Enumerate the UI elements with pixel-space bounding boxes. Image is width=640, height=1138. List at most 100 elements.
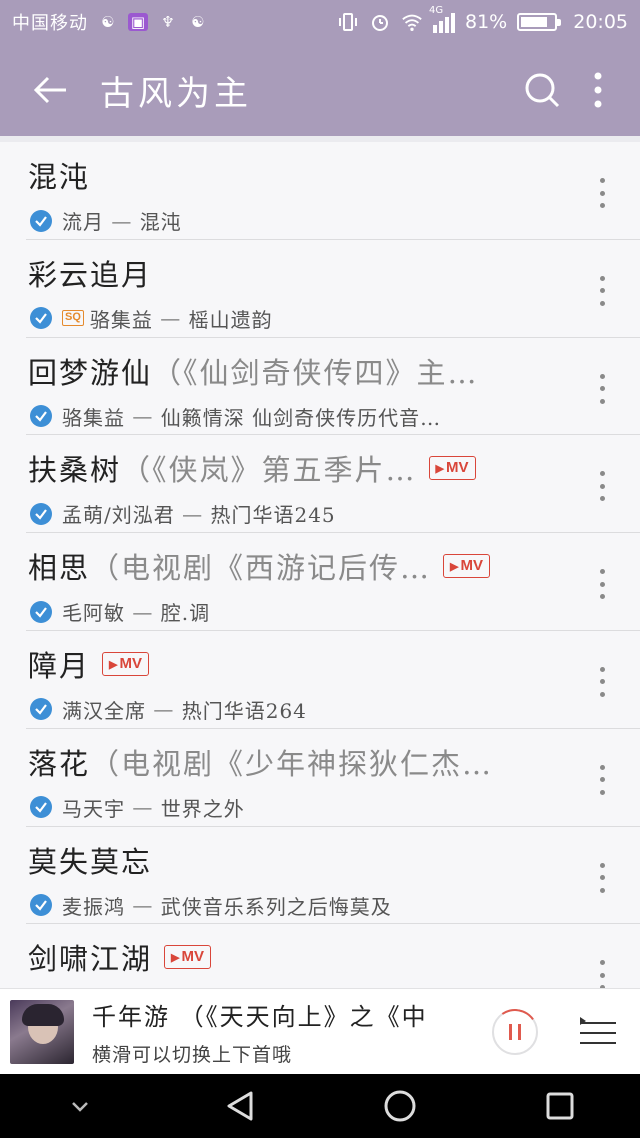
separator: —: [104, 208, 140, 233]
song-album: 热门华语264: [181, 698, 307, 723]
dot-icon: [599, 398, 605, 404]
dot-icon: [599, 178, 605, 183]
play-triangle-icon: ▶: [435, 463, 444, 476]
song-title-line: 相思 （电视剧《西游记后传… ▶ MV: [28, 545, 490, 587]
dot-icon: [599, 471, 605, 477]
song-artist: 骆集益: [89, 307, 153, 332]
separator: —: [146, 697, 182, 722]
carrier-name: 中国移动: [12, 13, 88, 34]
battery-percent: 81%: [465, 11, 508, 33]
song-more-button[interactable]: [592, 373, 612, 404]
dot-icon: [599, 666, 605, 672]
song-more-button[interactable]: [592, 569, 612, 600]
search-icon: [525, 73, 560, 108]
song-subtitle-line: 满汉全席 — 热门华语264: [30, 695, 307, 724]
song-title-subtitle: （《侠岚》第五季片…: [121, 453, 417, 488]
system-nav-bar: [0, 1074, 640, 1138]
wechat-notification-icon: ☯: [101, 13, 115, 31]
mv-badge[interactable]: ▶ MV: [164, 945, 211, 970]
separator: —: [125, 795, 161, 820]
song-title: 障月: [28, 648, 91, 683]
sq-quality-badge: SQ: [62, 310, 84, 327]
song-more-button[interactable]: [592, 666, 612, 697]
album-cover[interactable]: [10, 999, 74, 1064]
collapse-icon: [72, 1102, 88, 1112]
dot-icon: [599, 862, 605, 868]
song-album: 腔.调: [160, 601, 211, 626]
song-title: 混沌: [28, 160, 91, 194]
downloaded-check-icon: [30, 405, 52, 428]
song-title: 剑啸江湖: [28, 942, 153, 977]
song-more-button[interactable]: [592, 471, 612, 502]
mv-label: MV: [446, 459, 469, 477]
clock: 20:05: [573, 11, 628, 33]
dot-icon: [599, 190, 605, 196]
mv-label: MV: [181, 948, 204, 966]
pause-button[interactable]: [488, 1004, 542, 1059]
song-subtitle-line: 毛阿敏 — 腔.调: [30, 597, 210, 626]
home-circle-icon: [384, 1090, 416, 1122]
mini-player[interactable]: 千年游 （《天天向上》之《中 横滑可以切换上下首哦: [0, 988, 640, 1074]
status-bar: 中国移动 ☯ ▣ ♆ ☯ 4G 81% 20:05: [0, 0, 640, 44]
back-button[interactable]: [0, 44, 100, 136]
vibrate-icon: [339, 13, 357, 31]
downloaded-check-icon: [30, 502, 52, 525]
dot-icon: [599, 496, 605, 502]
song-subtitle-line: SQ 骆集益 — 榣山遗韵: [30, 304, 273, 333]
playlist-button[interactable]: [568, 989, 628, 1075]
song-row[interactable]: 回梦游仙 （《仙剑奇侠传四》主… 骆集益 — 仙籁情深 仙剑奇侠传历代音…: [26, 338, 640, 436]
song-more-button[interactable]: [592, 275, 612, 306]
downloaded-check-icon: [30, 796, 52, 819]
song-row[interactable]: 彩云追月 SQ 骆集益 — 榣山遗韵: [26, 240, 640, 338]
song-title-line: 落花 （电视剧《少年神探狄仁杰…: [28, 741, 493, 783]
song-row[interactable]: 相思 （电视剧《西游记后传… ▶ MV 毛阿敏 — 腔.调: [26, 533, 640, 631]
song-subtitle-line: 孟萌/刘泓君 — 热门华语245: [30, 499, 336, 528]
dot-icon: [599, 764, 605, 770]
playlist-icon: [580, 1016, 616, 1044]
nav-recents-button[interactable]: [528, 1074, 592, 1138]
song-title-subtitle: （电视剧《西游记后传…: [90, 551, 432, 586]
song-row[interactable]: 障月 ▶ MV 满汉全席 — 热门华语264: [26, 631, 640, 729]
more-options-button[interactable]: [570, 44, 626, 136]
swipe-hint: 横滑可以切换上下首哦: [92, 1043, 293, 1066]
song-more-button[interactable]: [592, 764, 612, 795]
song-subtitle-line: 骆集益 — 仙籁情深 仙剑奇侠传历代音…: [30, 402, 441, 431]
nav-home-button[interactable]: [368, 1074, 432, 1138]
song-artist: 骆集益: [62, 405, 125, 430]
song-row[interactable]: 扶桑树 （《侠岚》第五季片… ▶ MV 孟萌/刘泓君 — 热门华语245: [26, 435, 640, 534]
more-vertical-icon: [594, 72, 602, 108]
song-more-button[interactable]: [592, 960, 612, 988]
song-artist: 满汉全席: [62, 698, 146, 723]
song-row[interactable]: 落花 （电视剧《少年神探狄仁杰… 马天宇 — 世界之外: [26, 729, 640, 827]
arrow-left-icon: [33, 76, 66, 104]
song-more-button[interactable]: [592, 178, 612, 208]
now-playing-info[interactable]: 千年游 （《天天向上》之《中 横滑可以切换上下首哦: [92, 997, 482, 1067]
mv-badge[interactable]: ▶ MV: [443, 554, 490, 579]
song-title: 回梦游仙: [28, 355, 153, 390]
mv-badge[interactable]: ▶ MV: [102, 651, 149, 676]
song-subtitle-line: 马天宇 — 世界之外: [30, 793, 245, 822]
song-artist: 毛阿敏: [62, 601, 125, 626]
separator: —: [125, 893, 161, 918]
play-triangle-icon: ▶: [450, 561, 459, 574]
song-more-button[interactable]: [592, 862, 612, 893]
song-row[interactable]: 剑啸江湖 ▶ MV: [26, 924, 640, 988]
nav-back-button[interactable]: [208, 1074, 272, 1138]
song-album: 仙籁情深 仙剑奇侠传历代音…: [160, 405, 442, 430]
downloaded-check-icon: [30, 307, 52, 330]
song-artist: 孟萌/刘泓君: [62, 503, 175, 528]
mv-badge[interactable]: ▶ MV: [428, 456, 476, 481]
song-row[interactable]: 莫失莫忘 麦振鸿 — 武侠音乐系列之后悔莫及: [26, 827, 640, 925]
search-button[interactable]: [514, 44, 570, 136]
song-list[interactable]: 混沌 流月 — 混沌 彩云追月 SQ 骆集益 — 榣山遗韵 回梦游仙 （《仙剑奇侠传四》主……: [0, 136, 640, 988]
collapse-button[interactable]: [48, 1074, 112, 1138]
song-album: 武侠音乐系列之后悔莫及: [160, 894, 392, 919]
song-title-line: 莫失莫忘: [28, 839, 152, 881]
song-artist: 马天宇: [62, 796, 125, 821]
now-playing-title: 千年游 （《天天向上》之《中: [92, 1002, 428, 1031]
song-subtitle-line: 流月 — 混沌: [30, 206, 182, 235]
song-row[interactable]: 混沌流月 — 混沌: [26, 142, 640, 240]
downloaded-check-icon: [30, 600, 52, 623]
song-title-subtitle: （电视剧《少年神探狄仁杰…: [90, 746, 494, 781]
dot-icon: [599, 887, 605, 893]
